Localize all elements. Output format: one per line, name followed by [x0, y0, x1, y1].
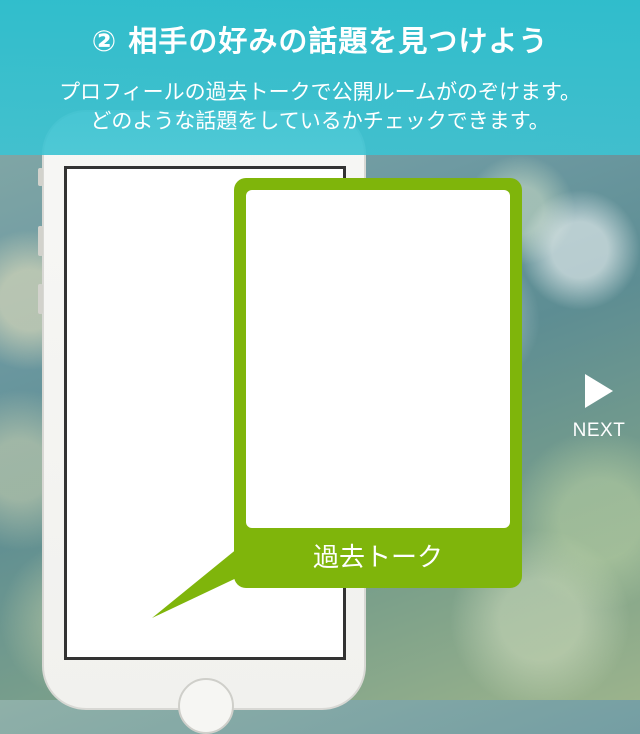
header-banner: ② 相手の好みの話題を見つけよう プロフィールの過去トークで公開ルームがのぞけま…	[0, 0, 640, 155]
phone-side-button	[38, 168, 43, 186]
play-arrow-icon	[585, 374, 613, 408]
callout-preview-area	[246, 190, 510, 528]
phone-volume-down	[38, 284, 43, 314]
phone-volume-up	[38, 226, 43, 256]
subtitle-line-2: どのような話題をしているかチェックできます。	[90, 109, 550, 133]
next-label: NEXT	[572, 420, 626, 441]
subtitle-line-1: プロフィールの過去トークで公開ルームがのぞけます。	[59, 80, 581, 104]
next-button[interactable]: NEXT	[568, 372, 630, 452]
past-talk-callout: 過去トーク	[234, 178, 522, 588]
callout-label: 過去トーク	[312, 543, 443, 573]
page-title: ② 相手の好みの話題を見つけよう	[91, 24, 549, 58]
phone-home-button	[178, 678, 234, 734]
